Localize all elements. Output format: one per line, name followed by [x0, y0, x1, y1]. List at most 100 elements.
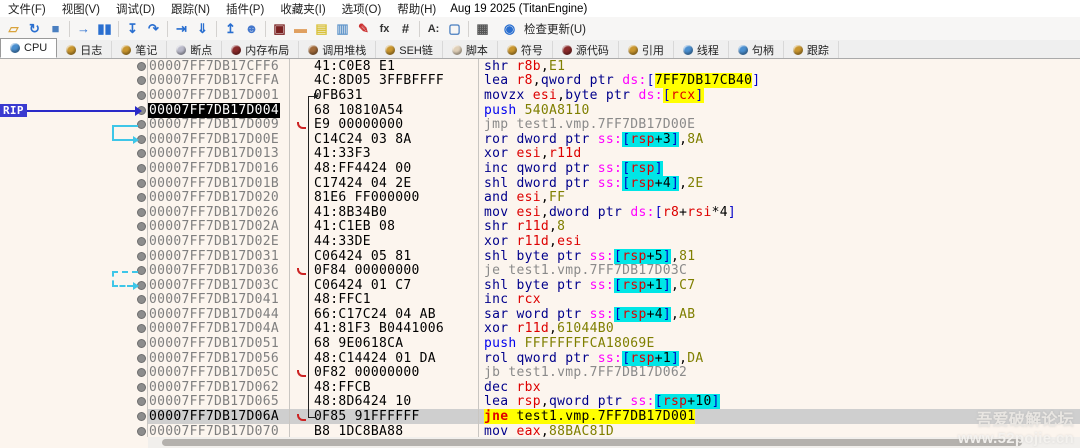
instruction-cell[interactable]: and esi,FF: [480, 190, 1080, 205]
disasm-row[interactable]: 00007FF7DB17D02A 41:C1EB 08 shr r11d,8: [0, 219, 1080, 234]
bytes-cell[interactable]: 48:FFC1: [314, 292, 480, 307]
run-to-user-code-icon[interactable]: ↥: [220, 19, 241, 38]
bytes-cell[interactable]: 81E6 FF000000: [314, 190, 480, 205]
disasm-row[interactable]: 00007FF7DB17D031 C06424 05 81 shl byte ptr…: [0, 248, 1080, 264]
instruction-cell[interactable]: sar word ptr ss:[rsp+4],AB: [480, 306, 1080, 322]
tab-threads[interactable]: 线程: [674, 41, 729, 58]
breakpoint-dot-icon[interactable]: [137, 266, 146, 276]
breakpoint-gutter[interactable]: [130, 424, 148, 439]
breakpoint-dot-icon[interactable]: [137, 120, 146, 130]
menu-item-help[interactable]: 帮助(H): [389, 0, 444, 18]
bytes-cell[interactable]: 41:33F3: [314, 146, 480, 161]
menu-item-debug[interactable]: 调试(D): [108, 0, 163, 18]
tab-seh-chain[interactable]: SEH链: [376, 41, 443, 58]
menu-item-trace[interactable]: 跟踪(N): [163, 0, 218, 18]
breakpoint-gutter[interactable]: [130, 234, 148, 249]
instruction-cell[interactable]: je test1.vmp.7FF7DB17D03C: [480, 263, 1080, 278]
instruction-cell[interactable]: jne test1.vmp.7FF7DB17D001: [480, 409, 1080, 425]
tab-script[interactable]: 脚本: [443, 41, 498, 58]
instruction-cell[interactable]: shl byte ptr ss:[rsp+1],C7: [480, 277, 1080, 293]
step-into-icon[interactable]: ↧: [122, 19, 143, 38]
breakpoint-dot-icon[interactable]: [137, 236, 146, 246]
breakpoint-dot-icon[interactable]: [137, 207, 146, 217]
address-cell[interactable]: 00007FF7DB17D036: [148, 263, 288, 278]
bytes-cell[interactable]: 66:C17C24 04 AB: [314, 307, 480, 322]
breakpoint-gutter[interactable]: [130, 293, 148, 308]
instruction-cell[interactable]: jmp test1.vmp.7FF7DB17D00E: [480, 117, 1080, 132]
breakpoint-gutter[interactable]: [130, 74, 148, 89]
menu-item-file[interactable]: 文件(F): [0, 0, 54, 18]
bytes-cell[interactable]: 41:C0E8 E1: [314, 59, 480, 74]
run-to-cursor-icon[interactable]: ⇥: [171, 19, 192, 38]
instruction-cell[interactable]: push 540A8110: [480, 103, 1080, 118]
breakpoint-gutter[interactable]: [130, 336, 148, 351]
breakpoint-dot-icon[interactable]: [137, 309, 146, 319]
breakpoint-gutter[interactable]: [130, 88, 148, 103]
disasm-row[interactable]: 00007FF7DB17D02E 44:33DE xor r11d,esi: [0, 234, 1080, 249]
instruction-cell[interactable]: ror dword ptr ss:[rsp+3],8A: [480, 131, 1080, 147]
disasm-row[interactable]: 00007FF7DB17D051 68 9E0618CA push FFFFFFFF…: [0, 336, 1080, 351]
address-cell[interactable]: 00007FF7DB17D026: [148, 205, 288, 220]
breakpoint-dot-icon[interactable]: [137, 339, 146, 349]
disasm-row[interactable]: 00007FF7DB17D020 81E6 FF000000 and esi,FF: [0, 190, 1080, 205]
address-cell[interactable]: 00007FF7DB17D016: [148, 161, 288, 176]
breakpoints-icon[interactable]: ▣: [269, 19, 290, 38]
address-cell[interactable]: 00007FF7DB17D044: [148, 307, 288, 322]
instruction-cell[interactable]: lea rsp,qword ptr ss:[rsp+10]: [480, 394, 1080, 410]
address-cell[interactable]: 00007FF7DB17D06A: [148, 409, 288, 425]
disasm-row[interactable]: 00007FF7DB17D026 41:8B34B0 mov esi,dword p…: [0, 205, 1080, 220]
disassembly-panel[interactable]: 00007FF7DB17CFF6 41:C0E8 E1 shr r8b,E1 0000…: [0, 59, 1080, 448]
hash-icon[interactable]: #: [395, 19, 416, 38]
breakpoint-gutter[interactable]: [130, 176, 148, 191]
instruction-cell[interactable]: rol qword ptr ss:[rsp+1],DA: [480, 350, 1080, 366]
open-file-icon[interactable]: ▱: [3, 19, 24, 38]
breakpoint-dot-icon[interactable]: [137, 193, 146, 203]
step-over-icon[interactable]: ↷: [143, 19, 164, 38]
scrollbar-thumb[interactable]: [162, 439, 1022, 446]
horizontal-scrollbar[interactable]: [148, 437, 1080, 448]
bytes-cell[interactable]: 0F84 00000000: [314, 263, 480, 278]
disasm-row[interactable]: 00007FF7DB17D065 48:8D6424 10 lea rsp,qwor…: [0, 394, 1080, 410]
execute-till-return-icon[interactable]: ⇓: [192, 19, 213, 38]
instruction-cell[interactable]: dec rbx: [480, 380, 1080, 395]
breakpoint-dot-icon[interactable]: [137, 397, 146, 407]
breakpoint-gutter[interactable]: [130, 59, 148, 74]
disasm-row[interactable]: 00007FF7DB17D06A 0F85 91FFFFFF jne test1.v…: [0, 409, 1080, 425]
calculator-icon[interactable]: ▦: [472, 19, 493, 38]
disasm-row[interactable]: 00007FF7DB17D00E C14C24 03 8A ror dword pt…: [0, 131, 1080, 147]
breakpoint-gutter[interactable]: [130, 365, 148, 380]
disasm-row[interactable]: 00007FF7DB17D036 0F84 00000000 je test1.vm…: [0, 263, 1080, 278]
disasm-row[interactable]: 00007FF7DB17D013 41:33F3 xor esi,r11d: [0, 146, 1080, 161]
step-user-icon[interactable]: ☻: [241, 19, 262, 38]
breakpoint-gutter[interactable]: [130, 380, 148, 395]
bytes-cell[interactable]: C06424 01 C7: [314, 278, 480, 293]
disasm-row[interactable]: 00007FF7DB17D04A 41:81F3 B0441006 xor r11d…: [0, 321, 1080, 336]
breakpoint-dot-icon[interactable]: [137, 368, 146, 378]
address-cell[interactable]: 00007FF7DB17D02A: [148, 219, 288, 234]
instruction-cell[interactable]: inc qword ptr ss:[rsp]: [480, 160, 1080, 176]
instruction-cell[interactable]: shr r11d,8: [480, 219, 1080, 234]
restart-icon[interactable]: ↻: [24, 19, 45, 38]
bytes-cell[interactable]: 41:81F3 B0441006: [314, 321, 480, 336]
address-cell[interactable]: 00007FF7DB17D04A: [148, 321, 288, 336]
address-cell[interactable]: 00007FF7DB17D051: [148, 336, 288, 351]
disasm-row[interactable]: 00007FF7DB17D044 66:C17C24 04 AB sar word …: [0, 306, 1080, 322]
address-cell[interactable]: 00007FF7DB17D02E: [148, 234, 288, 249]
tab-notes[interactable]: 笔记: [112, 41, 168, 58]
label-icon[interactable]: ▥: [332, 19, 353, 38]
bytes-cell[interactable]: 4C:8D05 3FFBFFFF: [314, 73, 480, 88]
address-cell[interactable]: 00007FF7DB17D001: [148, 88, 288, 103]
tab-call-stack[interactable]: 调用堆栈: [299, 41, 377, 58]
instruction-cell[interactable]: movzx esi,byte ptr ds:[rcx]: [480, 87, 1080, 103]
menu-item-plugins[interactable]: 插件(P): [218, 0, 272, 18]
bytes-cell[interactable]: C06424 05 81: [314, 249, 480, 264]
breakpoint-dot-icon[interactable]: [137, 90, 146, 100]
pause-icon[interactable]: ▮▮: [94, 19, 115, 38]
instruction-cell[interactable]: mov esi,dword ptr ds:[r8+rsi*4]: [480, 205, 1080, 220]
fx-icon[interactable]: fx: [374, 19, 395, 38]
instruction-cell[interactable]: xor r11d,esi: [480, 234, 1080, 249]
bytes-cell[interactable]: 44:33DE: [314, 234, 480, 249]
instruction-cell[interactable]: xor esi,r11d: [480, 146, 1080, 161]
address-cell[interactable]: 00007FF7DB17D00E: [148, 132, 288, 147]
memory-icon[interactable]: ▢: [444, 19, 465, 38]
